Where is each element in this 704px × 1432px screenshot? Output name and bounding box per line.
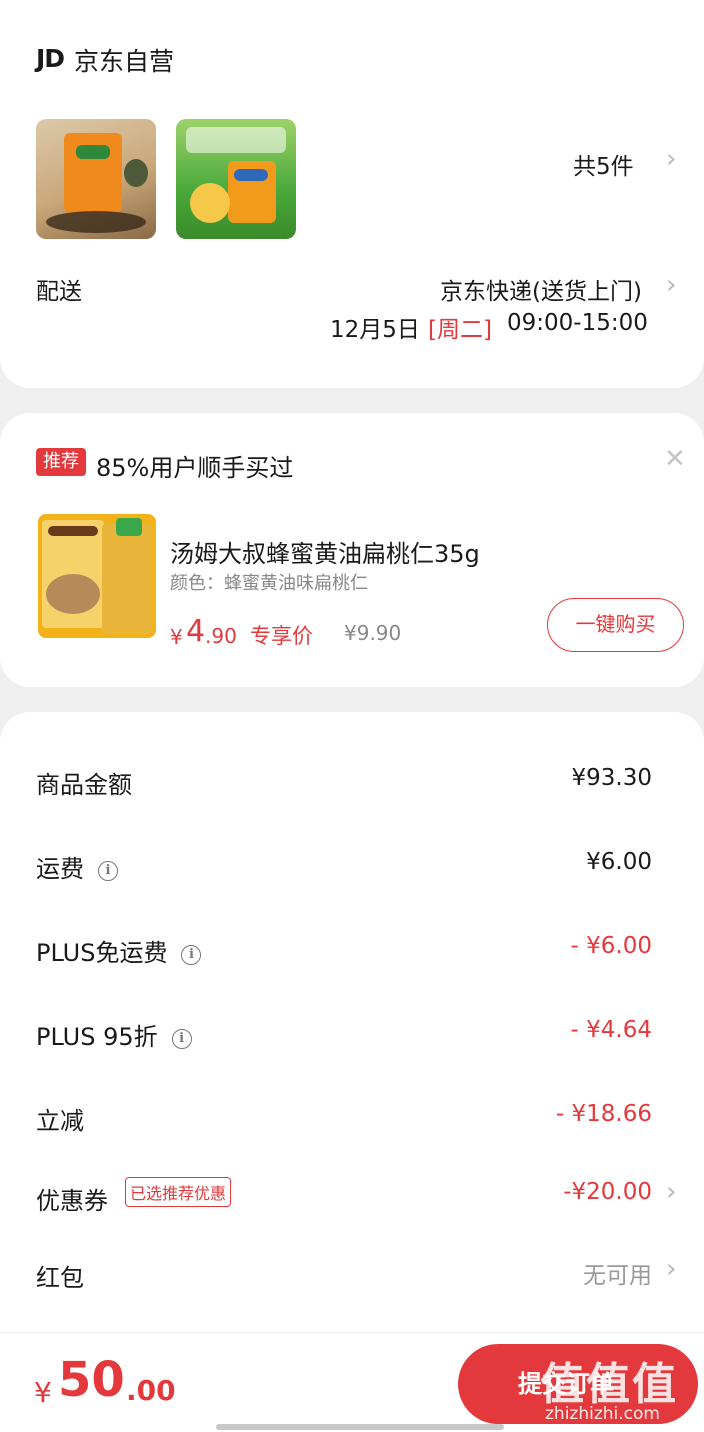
divider xyxy=(0,1332,704,1333)
plus-free-shipping-label: PLUS免运费 xyxy=(36,939,168,967)
shipping-label: 运费 xyxy=(36,855,84,883)
store-name: 京东自营 xyxy=(74,47,175,76)
coupon-badge[interactable]: 已选推荐优惠 xyxy=(125,1177,232,1207)
delivery-method[interactable]: 京东快递(送货上门) xyxy=(440,272,642,306)
chevron-right-icon[interactable]: › xyxy=(666,1177,676,1207)
instant-discount-label: 立减 xyxy=(36,1107,84,1135)
delivery-time: 09:00-15:00 xyxy=(507,310,648,336)
recommend-product-color: 颜色：蜂蜜黄油味扁桃仁 xyxy=(170,573,368,594)
original-price: ¥9.90 xyxy=(344,621,402,645)
price-decimal: .90 xyxy=(205,624,237,648)
delivery-weekday: [周二] xyxy=(428,317,492,343)
shipping-value: ¥6.00 xyxy=(586,849,652,875)
plus-discount-value: - ¥4.64 xyxy=(570,1017,652,1043)
price-currency: ¥ xyxy=(170,625,183,649)
total-currency: ¥ xyxy=(34,1376,52,1409)
delivery-date: 12月5日 xyxy=(330,317,420,343)
chevron-right-icon[interactable]: › xyxy=(666,144,676,174)
info-icon[interactable]: i xyxy=(171,1029,192,1049)
exclusive-price-label: 专享价 xyxy=(250,624,313,648)
watermark-url: zhizhizhi.com xyxy=(545,1404,660,1424)
coupon-label[interactable]: 优惠券 xyxy=(36,1181,108,1216)
red-packet-label[interactable]: 红包 xyxy=(36,1258,84,1293)
recommend-headline: 85%用户顺手买过 xyxy=(96,454,294,482)
jd-logo: JD xyxy=(36,44,65,73)
red-packet-value[interactable]: 无可用 xyxy=(583,1256,652,1290)
recommend-tag: 推荐 xyxy=(36,448,86,476)
price-summary-card xyxy=(0,712,704,1432)
recommend-product-title[interactable]: 汤姆大叔蜂蜜黄油扁桃仁35g xyxy=(170,534,480,569)
product-thumbnail[interactable] xyxy=(176,119,296,239)
shipping-row: 运费 i xyxy=(36,849,118,884)
chevron-right-icon[interactable]: › xyxy=(666,1254,676,1284)
home-indicator[interactable] xyxy=(216,1424,504,1430)
recommend-product-image[interactable] xyxy=(38,514,156,638)
total-integer: 50 xyxy=(58,1352,125,1408)
goods-amount-label: 商品金额 xyxy=(36,771,132,799)
one-click-buy-button[interactable]: 一键购买 xyxy=(547,598,684,652)
product-thumbnail[interactable] xyxy=(36,119,156,239)
plus-free-shipping-value: - ¥6.00 xyxy=(570,933,652,959)
goods-amount-value: ¥93.30 xyxy=(571,765,652,791)
total-decimal: .00 xyxy=(126,1374,176,1407)
coupon-value[interactable]: -¥20.00 xyxy=(563,1179,652,1205)
info-icon[interactable]: i xyxy=(98,861,118,881)
info-icon[interactable]: i xyxy=(181,945,202,965)
plus-free-shipping-row: PLUS免运费 i xyxy=(36,933,202,968)
plus-discount-row: PLUS 95折 i xyxy=(36,1017,192,1052)
delivery-label: 配送 xyxy=(36,279,82,305)
watermark-logo: 值值值 xyxy=(540,1359,678,1410)
chevron-right-icon[interactable]: › xyxy=(666,270,676,300)
close-icon[interactable]: ✕ xyxy=(664,444,686,474)
item-count[interactable]: 共5件 xyxy=(573,147,634,181)
price-integer: 4 xyxy=(186,614,206,649)
plus-discount-label: PLUS 95折 xyxy=(36,1023,158,1051)
instant-discount-value: - ¥18.66 xyxy=(555,1101,652,1127)
